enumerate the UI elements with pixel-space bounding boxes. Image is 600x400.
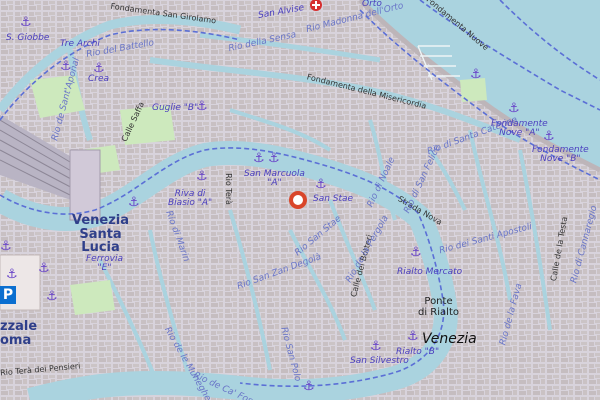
map-base-layer bbox=[0, 0, 600, 400]
map-viewport[interactable]: ⚓ ⚓ ⚓ ⚓ ⚓ ⚓ ⚓ ⚓ ⚓ ⚓ ⚓ ⚓ ⚓ ⚓ ⚓ ⚓ ⚓ ⚓ ⚓ ⚓ … bbox=[0, 0, 600, 400]
location-marker bbox=[289, 191, 307, 209]
parking-area bbox=[0, 254, 41, 311]
